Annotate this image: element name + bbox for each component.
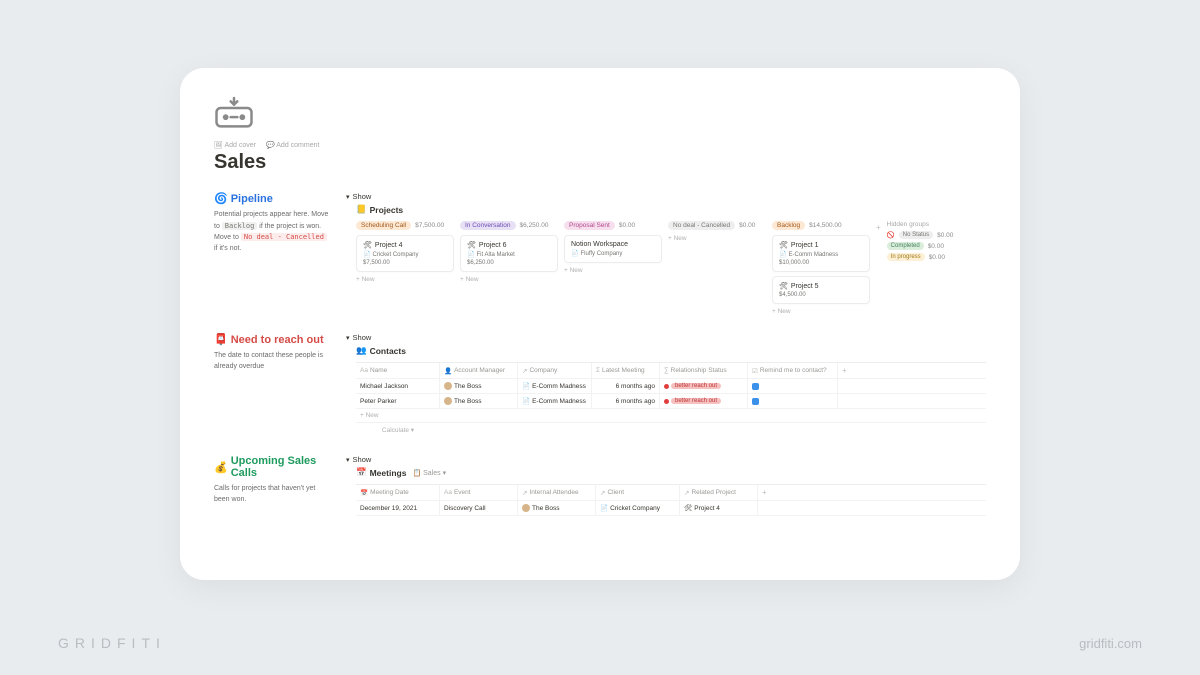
page-icon: 📄	[363, 251, 370, 258]
page-icon: 📄	[522, 382, 530, 390]
reach-heading: 📮 Need to reach out	[214, 333, 330, 346]
new-row-button[interactable]: + New	[356, 409, 383, 422]
hidden-group-row[interactable]: In progress$0.00	[887, 253, 967, 261]
table-row[interactable]: Peter Parker The Boss 📄 E-Comm Madness 6…	[356, 394, 986, 409]
globe-icon: 🌀	[214, 192, 228, 205]
status-dot-icon	[664, 399, 669, 404]
new-card-button[interactable]: + New	[772, 308, 870, 315]
caret-down-icon: ▾	[346, 193, 350, 201]
table-header[interactable]: 📅Meeting Date	[356, 485, 440, 500]
checkbox[interactable]	[752, 398, 759, 405]
board-card[interactable]: 🛠Project 5$4,500.00	[772, 276, 870, 304]
table-row[interactable]: December 19, 2021 Discovery Call The Bos…	[356, 501, 986, 516]
add-comment-button[interactable]: 💬 Add comment	[266, 141, 319, 149]
page-title[interactable]: Sales	[214, 151, 986, 174]
table-header[interactable]: ↗Client	[596, 485, 680, 500]
table-header[interactable]: 👤Account Manager	[440, 363, 518, 378]
table-header[interactable]: ↗Company	[518, 363, 592, 378]
page-icon: 📄	[571, 250, 578, 257]
tool-icon: 🛠	[684, 504, 692, 512]
new-card-button[interactable]: + New	[668, 235, 766, 242]
status-dot-icon	[664, 384, 669, 389]
status-pill[interactable]: No deal - Cancelled	[668, 221, 735, 230]
calls-toggle[interactable]: ▾ Show	[346, 455, 986, 464]
table-header[interactable]: ΣLatest Meeting	[592, 363, 660, 378]
table-header[interactable]: ☑Remind me to contact?	[748, 363, 838, 378]
table-header[interactable]: AaName	[356, 363, 440, 378]
avatar	[444, 382, 452, 390]
hidden-groups: Hidden groups🚫No Status$0.00Completed$0.…	[887, 221, 967, 315]
page-icon[interactable]	[214, 96, 986, 135]
pipeline-toggle[interactable]: ▾ Show	[346, 192, 986, 201]
tool-icon: 🛠	[779, 282, 788, 290]
add-cover-button[interactable]: 🖼 Add cover	[214, 141, 256, 149]
new-card-button[interactable]: + New	[564, 267, 662, 274]
brand-url: gridfiti.com	[1079, 636, 1142, 651]
page-icon: 📄	[600, 504, 608, 512]
brand-wordmark: GRIDFITI	[58, 635, 166, 651]
table-header[interactable]: ↗Internal Attendee	[518, 485, 596, 500]
moneybag-icon: 💰	[214, 461, 228, 474]
table-header[interactable]: ↗Related Project	[680, 485, 758, 500]
board-column: No deal - Cancelled $0.00 + New	[668, 221, 766, 315]
calculate-button[interactable]: Calculate ▾	[356, 423, 440, 437]
status-pill[interactable]: Proposal Sent	[564, 221, 615, 230]
board-column: Backlog $14,500.00 🛠Project 1📄E-Comm Madne…	[772, 221, 870, 315]
column-sum: $14,500.00	[809, 222, 842, 229]
caret-down-icon: ▾	[346, 456, 350, 464]
pipeline-description: Potential projects appear here. Move to …	[214, 210, 330, 254]
add-column-button[interactable]: +	[838, 363, 986, 378]
mailbox-icon: 📮	[214, 333, 228, 346]
people-icon: 👥	[356, 345, 367, 356]
avatar	[444, 397, 452, 405]
table-header[interactable]: AaEvent	[440, 485, 518, 500]
calendar-icon: 📅	[356, 467, 367, 478]
hidden-group-row[interactable]: 🚫No Status$0.00	[887, 231, 967, 239]
reach-toggle[interactable]: ▾ Show	[346, 333, 986, 342]
contacts-db-title[interactable]: 👥 Contacts	[356, 345, 986, 356]
board-card[interactable]: Notion Workspace📄Fluffy Company	[564, 235, 662, 263]
calls-heading: 💰 Upcoming Sales Calls	[214, 455, 330, 479]
new-card-button[interactable]: + New	[356, 276, 454, 283]
calls-description: Calls for projects that haven't yet been…	[214, 484, 330, 505]
page-icon: 📄	[467, 251, 474, 258]
projects-db-title[interactable]: 📒 Projects	[356, 204, 986, 215]
new-card-button[interactable]: + New	[460, 276, 558, 283]
status-badge: better reach out	[671, 398, 721, 404]
table-row[interactable]: Michael Jackson The Boss 📄 E-Comm Madnes…	[356, 379, 986, 394]
column-sum: $0.00	[619, 222, 635, 229]
reach-description: The date to contact these people is alre…	[214, 351, 330, 372]
status-badge: better reach out	[671, 383, 721, 389]
add-column-button[interactable]: +	[876, 223, 881, 315]
board-card[interactable]: 🛠Project 4📄Cricket Company$7,500.00	[356, 235, 454, 272]
board-column: In Conversation $6,250.00 🛠Project 6📄Fit A…	[460, 221, 558, 315]
meetings-db-title[interactable]: 📅 Meetings 📋 Sales ▾	[356, 467, 986, 478]
avatar	[522, 504, 530, 512]
checkbox[interactable]	[752, 383, 759, 390]
board-card[interactable]: 🛠Project 1📄E-Comm Madness$10,000.00	[772, 235, 870, 272]
status-pill[interactable]: In Conversation	[460, 221, 516, 230]
board-column: Proposal Sent $0.00 Notion Workspace📄Fluff…	[564, 221, 662, 315]
view-selector[interactable]: 📋 Sales ▾	[412, 469, 446, 477]
column-sum: $0.00	[739, 222, 755, 229]
column-sum: $6,250.00	[520, 222, 549, 229]
table-header[interactable]: ∑Relationship Status	[660, 363, 748, 378]
tool-icon: 🛠	[779, 241, 788, 249]
tool-icon: 🛠	[467, 241, 476, 249]
board-column: Scheduling Call $7,500.00 🛠Project 4📄Crick…	[356, 221, 454, 315]
board-card[interactable]: 🛠Project 6📄Fit Alta Market$6,250.00	[460, 235, 558, 272]
add-column-button[interactable]: +	[758, 485, 986, 500]
tool-icon: 🛠	[363, 241, 372, 249]
column-sum: $7,500.00	[415, 222, 444, 229]
pipeline-heading: 🌀 Pipeline	[214, 192, 330, 205]
status-pill[interactable]: Scheduling Call	[356, 221, 411, 230]
page-icon: 📄	[522, 397, 530, 405]
folder-icon: 📒	[356, 204, 367, 215]
caret-down-icon: ▾	[346, 334, 350, 342]
page-icon: 📄	[779, 251, 786, 258]
hidden-group-row[interactable]: Completed$0.00	[887, 242, 967, 250]
status-pill[interactable]: Backlog	[772, 221, 805, 230]
